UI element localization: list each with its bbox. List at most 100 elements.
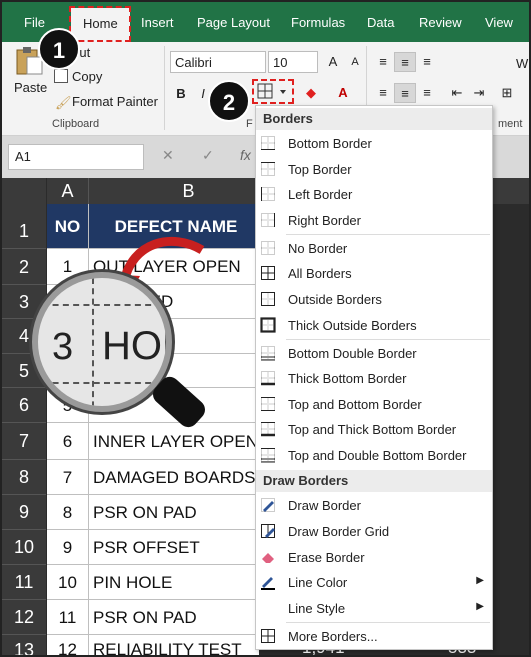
align-center-button[interactable]: ≡ bbox=[394, 83, 416, 103]
menu-item-top-and-bottom-border[interactable]: Top and Bottom Border bbox=[256, 393, 492, 417]
menu-item-line-style[interactable]: Line Style ▶ bbox=[256, 597, 492, 621]
cancel-icon[interactable]: ✕ bbox=[162, 147, 174, 164]
row-header[interactable]: 9 bbox=[2, 495, 46, 530]
menu-item-label: Thick Outside Borders bbox=[288, 318, 417, 333]
top-bottom-border-icon bbox=[260, 396, 276, 412]
cell-no[interactable]: 11 bbox=[47, 600, 89, 635]
tab-file[interactable]: File bbox=[24, 15, 45, 30]
menu-item-erase-border[interactable]: Erase Border bbox=[256, 546, 492, 570]
row-header[interactable]: 1 bbox=[2, 204, 46, 249]
column-header-a[interactable]: A bbox=[47, 178, 89, 204]
font-size-select[interactable]: 10 bbox=[268, 51, 318, 73]
align-middle-button[interactable]: ≡ bbox=[394, 52, 416, 72]
top-thick-bottom-border-icon bbox=[260, 421, 276, 437]
cell-defect-name[interactable]: INNER LAYER OPEN bbox=[89, 423, 259, 460]
menu-item-label: More Borders... bbox=[288, 629, 378, 644]
submenu-arrow-icon: ▶ bbox=[476, 601, 484, 612]
menu-section-draw-borders: Draw Borders bbox=[256, 470, 492, 492]
align-bottom-button[interactable]: ≡ bbox=[416, 52, 438, 72]
bold-button[interactable]: B bbox=[170, 84, 192, 104]
name-box[interactable]: A1 bbox=[8, 144, 144, 170]
tab-view[interactable]: View bbox=[485, 15, 513, 30]
cell-no[interactable]: 9 bbox=[47, 530, 89, 565]
header-cell-no[interactable]: NO bbox=[47, 204, 89, 249]
cell-no[interactable]: 10 bbox=[47, 565, 89, 600]
merge-center-button[interactable]: ⊞ bbox=[496, 83, 518, 103]
cell-no[interactable]: 6 bbox=[47, 423, 89, 460]
tab-formulas[interactable]: Formulas bbox=[291, 15, 345, 30]
tab-page-layout[interactable]: Page Layout bbox=[197, 15, 270, 30]
menu-item-label: Draw Border Grid bbox=[288, 524, 390, 539]
cell-no[interactable]: 8 bbox=[47, 495, 89, 530]
thick-outside-borders-icon bbox=[260, 317, 276, 333]
cell-defect-name[interactable]: PSR OFFSET bbox=[89, 530, 259, 565]
menu-item-label: No Border bbox=[288, 241, 348, 256]
font-color-button[interactable]: A bbox=[332, 83, 354, 103]
top-double-bottom-border-icon bbox=[260, 447, 276, 463]
left-border-icon bbox=[260, 186, 276, 202]
cell-no[interactable]: 7 bbox=[47, 460, 89, 495]
menu-item-more-borders[interactable]: More Borders... bbox=[256, 625, 492, 649]
menu-item-outside-borders[interactable]: Outside Borders bbox=[256, 288, 492, 312]
right-border-icon bbox=[260, 212, 276, 228]
cell-defect-name[interactable]: RELIABILITY TEST bbox=[89, 635, 259, 655]
tab-data[interactable]: Data bbox=[367, 15, 394, 30]
tab-insert[interactable]: Insert bbox=[141, 15, 174, 30]
row-header[interactable]: 7 bbox=[2, 423, 46, 460]
line-color-icon bbox=[260, 574, 276, 590]
borders-dropdown-menu: Borders Bottom Border Top Border Left Bord… bbox=[255, 105, 493, 650]
menu-item-thick-outside-borders[interactable]: Thick Outside Borders bbox=[256, 314, 492, 338]
menu-item-label: Erase Border bbox=[288, 550, 365, 565]
cell-no[interactable]: 12 bbox=[47, 635, 89, 655]
submenu-arrow-icon: ▶ bbox=[476, 575, 484, 586]
enter-icon[interactable]: ✓ bbox=[202, 147, 214, 164]
magnified-row-number: 3 bbox=[52, 326, 74, 368]
row-header[interactable]: 11 bbox=[2, 565, 46, 600]
menu-item-top-and-thick-bottom-border[interactable]: Top and Thick Bottom Border bbox=[256, 418, 492, 442]
row-header[interactable]: 8 bbox=[2, 460, 46, 495]
step-2-badge: 2 bbox=[208, 80, 250, 122]
align-left-button[interactable]: ≡ bbox=[372, 83, 394, 103]
menu-item-draw-border[interactable]: Draw Border bbox=[256, 494, 492, 518]
menu-item-draw-border-grid[interactable]: Draw Border Grid bbox=[256, 520, 492, 544]
select-all-corner[interactable] bbox=[2, 178, 46, 204]
decrease-indent-button[interactable]: ⇤ bbox=[446, 83, 468, 103]
bottom-double-border-icon bbox=[260, 345, 276, 361]
format-painter-button[interactable]: Format Painter bbox=[72, 94, 158, 109]
cell-defect-name[interactable]: PIN HOLE bbox=[89, 565, 259, 600]
menu-item-bottom-double-border[interactable]: Bottom Double Border bbox=[256, 342, 492, 366]
top-border-icon bbox=[260, 161, 276, 177]
pencil-icon bbox=[260, 497, 276, 513]
font-name-select[interactable]: Calibri bbox=[170, 51, 266, 73]
insert-function-icon[interactable]: fx bbox=[240, 147, 251, 163]
menu-item-right-border[interactable]: Right Border bbox=[256, 209, 492, 233]
bottom-border-icon bbox=[260, 135, 276, 151]
menu-item-bottom-border[interactable]: Bottom Border bbox=[256, 132, 492, 156]
menu-item-all-borders[interactable]: All Borders bbox=[256, 262, 492, 286]
fill-color-button[interactable]: ◆ bbox=[300, 83, 322, 103]
row-header[interactable]: 13 bbox=[2, 635, 46, 655]
menu-item-line-color[interactable]: Line Color ▶ bbox=[256, 571, 492, 595]
cell-defect-name[interactable]: PSR ON PAD bbox=[89, 600, 259, 635]
menu-section-borders: Borders bbox=[256, 108, 492, 130]
cell-defect-name[interactable]: DAMAGED BOARDS bbox=[89, 460, 259, 495]
align-top-button[interactable]: ≡ bbox=[372, 52, 394, 72]
menu-item-left-border[interactable]: Left Border bbox=[256, 183, 492, 207]
menu-item-thick-bottom-border[interactable]: Thick Bottom Border bbox=[256, 367, 492, 391]
decrease-font-size-button[interactable]: A bbox=[344, 52, 366, 72]
menu-item-top-border[interactable]: Top Border bbox=[256, 158, 492, 182]
paste-button[interactable]: Paste bbox=[14, 80, 47, 95]
menu-item-label: Outside Borders bbox=[288, 292, 382, 307]
cell-defect-name[interactable]: PSR ON PAD bbox=[89, 495, 259, 530]
tab-review[interactable]: Review bbox=[419, 15, 462, 30]
copy-button[interactable]: Copy bbox=[72, 69, 102, 84]
row-header[interactable]: 10 bbox=[2, 530, 46, 565]
align-right-button[interactable]: ≡ bbox=[416, 83, 438, 103]
menu-item-label: Thick Bottom Border bbox=[288, 371, 407, 386]
menu-item-no-border[interactable]: No Border bbox=[256, 237, 492, 261]
row-header[interactable]: 12 bbox=[2, 600, 46, 635]
increase-indent-button[interactable]: ⇥ bbox=[468, 83, 490, 103]
menu-item-top-and-double-bottom-border[interactable]: Top and Double Bottom Border bbox=[256, 444, 492, 468]
wrap-text-button[interactable]: W bbox=[516, 56, 528, 71]
increase-font-size-button[interactable]: A bbox=[322, 52, 344, 72]
